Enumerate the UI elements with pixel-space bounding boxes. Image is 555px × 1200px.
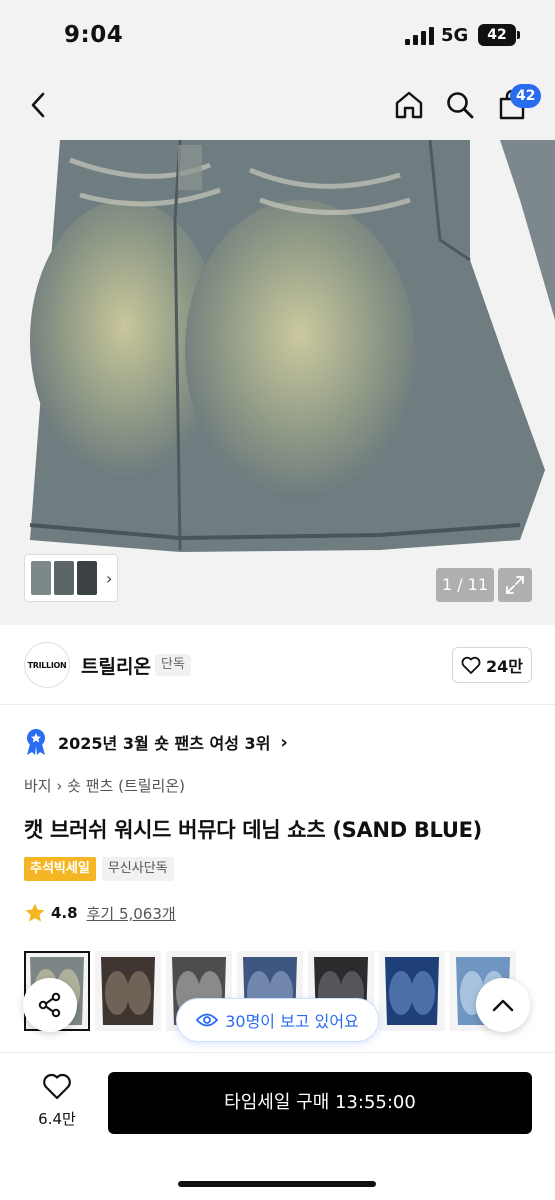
cart-count-badge: 42	[510, 84, 542, 108]
rating-score: 4.8	[51, 904, 78, 922]
back-icon	[31, 92, 45, 118]
home-indicator	[178, 1181, 376, 1187]
product-rating[interactable]: 4.8 후기 5,063개	[24, 902, 176, 924]
brand-logo[interactable]: TRILLION	[24, 642, 70, 688]
search-icon	[447, 92, 474, 119]
chevron-right-icon: ›	[56, 777, 68, 795]
chevron-right-icon: ›	[280, 731, 288, 753]
status-time: 9:04	[64, 22, 124, 48]
breadcrumb-category[interactable]: 바지	[24, 777, 52, 795]
back-button[interactable]	[18, 84, 60, 126]
buy-button[interactable]: 타임세일 구매 13:55:00	[108, 1072, 532, 1134]
gallery-thumbnail[interactable]	[77, 561, 97, 595]
product-like-button[interactable]: 6.4만	[28, 1072, 86, 1129]
image-counter: 1 / 11	[436, 568, 494, 602]
brand-like-button[interactable]: 24만	[452, 647, 532, 683]
exclusive-badge: 무신사단독	[101, 857, 174, 881]
expand-image-button[interactable]	[498, 568, 532, 602]
chevron-right-icon: ›	[106, 568, 113, 588]
product-image[interactable]	[0, 140, 555, 625]
gallery-thumbnail[interactable]	[54, 561, 74, 595]
brand-name[interactable]: 트릴리온	[81, 652, 151, 679]
network-label: 5G	[441, 25, 469, 46]
top-nav-bar	[0, 70, 555, 140]
sale-badge: 추석빅세일	[24, 857, 96, 881]
home-icon	[395, 91, 423, 119]
search-button[interactable]	[439, 84, 481, 126]
status-bar: 9:04 5G 42	[0, 0, 555, 70]
ranking-link[interactable]: 2025년 3월 숏 팬츠 여성 3위 ›	[24, 728, 288, 756]
section-divider	[0, 704, 555, 705]
color-option[interactable]	[379, 951, 445, 1031]
chevron-up-icon	[492, 999, 514, 1012]
denim-shorts-photo	[29, 140, 555, 552]
product-badges: 추석빅세일 무신사단독	[24, 857, 174, 881]
ranking-text: 2025년 3월 숏 팬츠 여성 3위	[58, 734, 271, 753]
gallery-thumbnail[interactable]	[31, 561, 51, 595]
scroll-to-top-button[interactable]	[476, 978, 530, 1032]
brand-exclusive-tag: 단독	[155, 654, 191, 676]
live-viewers-badge: 30명이 보고 있어요	[176, 998, 379, 1042]
gallery-thumbnail-strip[interactable]: ›	[24, 554, 118, 602]
breadcrumb-subcategory[interactable]: 숏 팬츠 (트릴리온)	[67, 777, 185, 795]
share-button[interactable]	[23, 978, 77, 1032]
heart-icon	[461, 656, 481, 674]
live-viewers-text: 30명이 보고 있어요	[225, 1012, 359, 1031]
eye-icon	[196, 1013, 219, 1027]
heart-icon	[43, 1073, 71, 1100]
review-count-link[interactable]: 후기 5,063개	[87, 903, 176, 924]
share-icon	[38, 992, 61, 1018]
battery-icon: 42	[478, 24, 520, 46]
color-option[interactable]	[95, 951, 161, 1031]
ranking-medal-icon	[27, 729, 45, 755]
star-icon	[25, 903, 45, 922]
home-button[interactable]	[388, 84, 430, 126]
expand-icon	[506, 576, 524, 594]
product-title: 캣 브러쉬 워시드 버뮤다 데님 쇼츠 (SAND BLUE)	[24, 818, 482, 842]
brand-like-count: 24만	[486, 657, 523, 676]
breadcrumb: 바지 › 숏 팬츠 (트릴리온)	[24, 775, 185, 796]
product-like-count: 6.4만	[38, 1110, 76, 1128]
signal-icon	[405, 27, 435, 45]
